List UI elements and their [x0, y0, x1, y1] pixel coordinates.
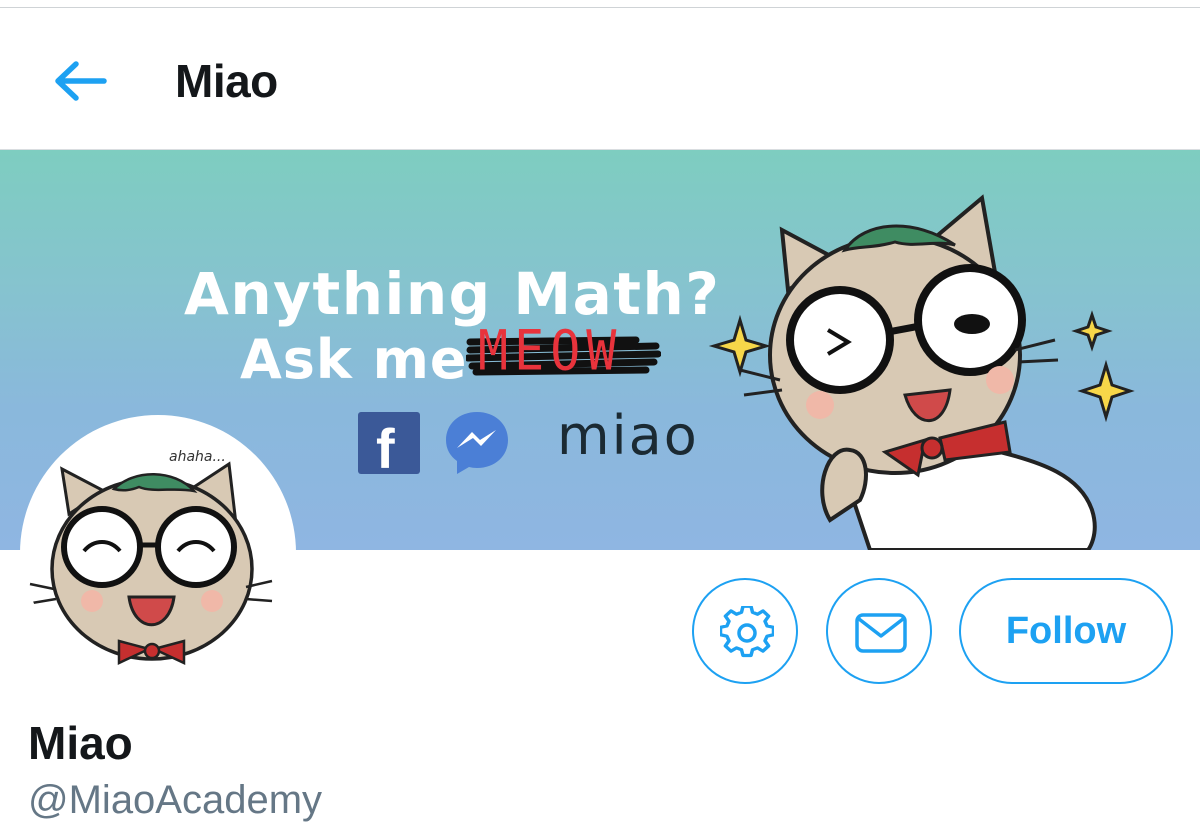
avatar[interactable]: ahaha... [20, 415, 296, 691]
banner-headline: Anything Math? [184, 260, 721, 328]
settings-button[interactable] [692, 578, 798, 684]
svg-text:ahaha...: ahaha... [169, 449, 226, 465]
back-button[interactable] [40, 44, 120, 124]
page-title: Miao [175, 55, 278, 107]
envelope-icon [855, 613, 907, 653]
banner-brand-text: miao [557, 404, 699, 467]
cat-mascot-illustration [708, 194, 1135, 550]
banner-meow-word: MEOW [478, 319, 623, 383]
profile-handle: @MiaoAcademy [28, 778, 323, 822]
avatar-cat-illustration: ahaha... [24, 419, 292, 687]
facebook-icon: f [358, 412, 420, 480]
message-button[interactable] [826, 578, 932, 684]
status-strip [0, 0, 1200, 8]
banner-subline: Ask me [240, 328, 468, 391]
facebook-letter: f [376, 417, 395, 480]
gear-icon [720, 606, 774, 658]
profile-header-bar: Miao [0, 8, 1200, 150]
arrow-left-icon [55, 61, 107, 101]
messenger-icon [446, 412, 508, 474]
follow-button[interactable]: Follow [959, 578, 1173, 684]
profile-display-name: Miao [28, 717, 133, 769]
